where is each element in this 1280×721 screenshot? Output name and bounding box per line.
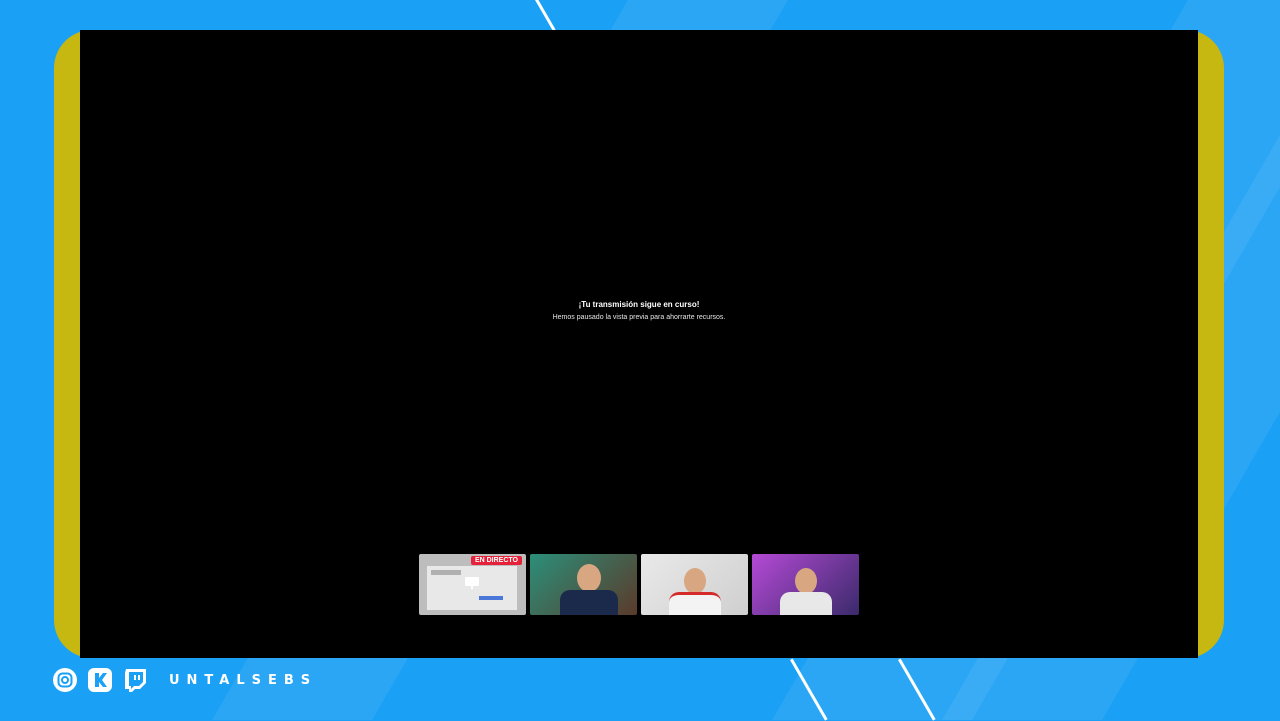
twitch-icon — [122, 667, 148, 693]
paused-subtitle: Hemos pausado la vista previa para ahorr… — [552, 314, 726, 321]
stream-preview: ¡Tu transmisión sigue en curso! Hemos pa… — [80, 30, 1198, 658]
screen-share-detail — [479, 596, 503, 600]
participant-thumbnails: EN DIRECTO — [419, 554, 859, 615]
social-footer: UNTALSEBS — [52, 667, 317, 693]
background-line — [535, 0, 556, 32]
thumbnail-camera[interactable] — [752, 554, 859, 615]
participant-body — [560, 590, 618, 615]
paused-title: ¡Tu transmisión sigue en curso! — [578, 300, 700, 309]
thumbnail-camera[interactable] — [530, 554, 637, 615]
kick-icon — [87, 667, 113, 693]
thumbnail-screen-share[interactable]: EN DIRECTO — [419, 554, 526, 615]
live-badge: EN DIRECTO — [470, 556, 522, 565]
participant-face — [684, 568, 706, 594]
participant-body — [780, 592, 832, 615]
paused-message: ¡Tu transmisión sigue en curso! Hemos pa… — [80, 300, 1198, 321]
thumbnail-camera[interactable] — [641, 554, 748, 615]
participant-body — [669, 592, 721, 615]
participant-face — [577, 564, 601, 592]
screen-share-detail — [431, 570, 461, 575]
screen-share-icon — [465, 577, 479, 589]
participant-face — [795, 568, 817, 594]
instagram-icon — [52, 667, 78, 693]
channel-handle: UNTALSEBS — [169, 672, 318, 688]
